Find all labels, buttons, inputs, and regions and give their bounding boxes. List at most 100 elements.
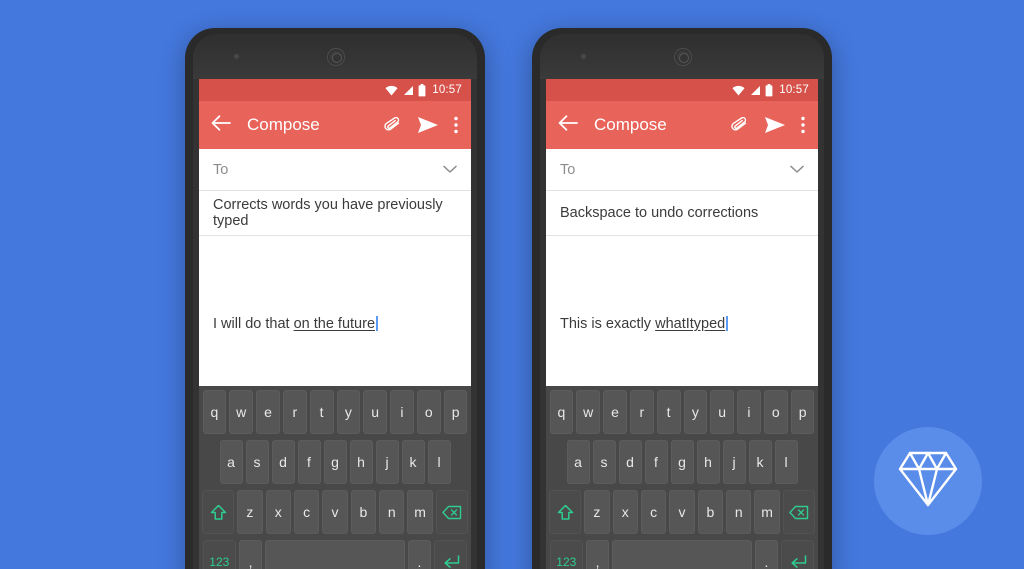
key-u[interactable]: u xyxy=(710,390,735,434)
key-m[interactable]: m xyxy=(407,490,433,534)
key-t[interactable]: t xyxy=(656,390,681,434)
key-k[interactable]: k xyxy=(748,440,772,484)
body-field[interactable]: I will do that on the future xyxy=(199,236,471,366)
key-h[interactable]: h xyxy=(696,440,720,484)
phone-top-bezel-right xyxy=(540,34,824,79)
key-a[interactable]: a xyxy=(566,440,590,484)
numeric-mode-key[interactable]: 123 xyxy=(202,540,237,569)
key-i[interactable]: i xyxy=(390,390,414,434)
key-e[interactable]: e xyxy=(603,390,627,434)
key-r[interactable]: r xyxy=(282,390,307,434)
keyboard-row-4: 123 , . xyxy=(548,540,816,569)
brand-badge xyxy=(874,427,982,535)
overflow-menu-icon[interactable] xyxy=(453,115,459,135)
subject-field[interactable]: Corrects words you have previously typed xyxy=(199,191,471,236)
key-i[interactable]: i xyxy=(737,390,761,434)
key-x[interactable]: x xyxy=(612,490,638,534)
attach-icon[interactable] xyxy=(730,117,750,133)
enter-icon[interactable] xyxy=(780,540,815,569)
keyboard-row-2: a s d f g h j k l xyxy=(548,440,816,484)
key-k[interactable]: k xyxy=(401,440,425,484)
key-f[interactable]: f xyxy=(644,440,668,484)
back-arrow-icon[interactable] xyxy=(558,114,578,136)
key-c[interactable]: c xyxy=(293,490,320,534)
key-y[interactable]: y xyxy=(336,390,361,434)
key-comma[interactable]: , xyxy=(239,540,263,569)
backspace-icon[interactable] xyxy=(782,490,815,534)
onscreen-keyboard-left[interactable]: q w e r t y u i o p a s d f g h j k l z … xyxy=(199,386,471,569)
key-f[interactable]: f xyxy=(297,440,321,484)
key-u[interactable]: u xyxy=(363,390,388,434)
key-b[interactable]: b xyxy=(350,490,377,534)
body-text: I will do that on the future xyxy=(213,316,379,332)
numeric-mode-key[interactable]: 123 xyxy=(549,540,584,569)
enter-icon[interactable] xyxy=(433,540,468,569)
key-b[interactable]: b xyxy=(697,490,724,534)
key-s[interactable]: s xyxy=(592,440,616,484)
key-p[interactable]: p xyxy=(790,390,815,434)
send-icon[interactable] xyxy=(417,116,439,134)
front-camera-icon xyxy=(674,48,692,66)
key-e[interactable]: e xyxy=(256,390,280,434)
key-t[interactable]: t xyxy=(309,390,334,434)
key-r[interactable]: r xyxy=(629,390,654,434)
key-n[interactable]: n xyxy=(379,490,405,534)
subject-text: Backspace to undo corrections xyxy=(560,205,759,221)
key-comma[interactable]: , xyxy=(586,540,610,569)
body-field[interactable]: This is exactly whatItyped xyxy=(546,236,818,366)
key-period[interactable]: . xyxy=(754,540,778,569)
key-space[interactable] xyxy=(265,540,405,569)
key-g[interactable]: g xyxy=(323,440,347,484)
back-arrow-icon[interactable] xyxy=(211,114,231,136)
diamond-icon xyxy=(897,450,959,513)
backspace-icon[interactable] xyxy=(435,490,468,534)
key-o[interactable]: o xyxy=(763,390,788,434)
shift-icon[interactable] xyxy=(549,490,582,534)
key-m[interactable]: m xyxy=(754,490,780,534)
key-w[interactable]: w xyxy=(576,390,601,434)
app-bar-right: Compose xyxy=(546,101,818,149)
key-z[interactable]: z xyxy=(237,490,263,534)
battery-icon xyxy=(418,83,426,97)
phone-screen-left: 10:57 Compose To Corrects words you have… xyxy=(199,79,471,569)
recipient-field[interactable]: To xyxy=(199,149,471,191)
key-h[interactable]: h xyxy=(349,440,373,484)
key-w[interactable]: w xyxy=(229,390,254,434)
chevron-down-icon[interactable] xyxy=(443,161,457,179)
key-space[interactable] xyxy=(612,540,752,569)
key-q[interactable]: q xyxy=(202,390,227,434)
key-z[interactable]: z xyxy=(584,490,610,534)
key-a[interactable]: a xyxy=(219,440,243,484)
key-v[interactable]: v xyxy=(322,490,348,534)
key-j[interactable]: j xyxy=(722,440,746,484)
key-o[interactable]: o xyxy=(416,390,441,434)
key-x[interactable]: x xyxy=(265,490,291,534)
shift-icon[interactable] xyxy=(202,490,235,534)
key-y[interactable]: y xyxy=(683,390,708,434)
proximity-sensor-icon xyxy=(580,53,587,60)
wifi-icon xyxy=(732,85,745,96)
chevron-down-icon[interactable] xyxy=(790,161,804,179)
key-s[interactable]: s xyxy=(245,440,269,484)
key-p[interactable]: p xyxy=(443,390,468,434)
key-g[interactable]: g xyxy=(670,440,694,484)
key-l[interactable]: l xyxy=(774,440,798,484)
keyboard-row-3: z x c v b n m xyxy=(548,490,816,534)
key-d[interactable]: d xyxy=(618,440,642,484)
send-icon[interactable] xyxy=(764,116,786,134)
onscreen-keyboard-right[interactable]: q w e r t y u i o p a s d f g h j k l z … xyxy=(546,386,818,569)
recipient-field[interactable]: To xyxy=(546,149,818,191)
key-v[interactable]: v xyxy=(669,490,695,534)
key-l[interactable]: l xyxy=(427,440,451,484)
text-caret xyxy=(376,316,379,331)
signal-icon xyxy=(402,85,414,96)
key-j[interactable]: j xyxy=(375,440,399,484)
key-period[interactable]: . xyxy=(407,540,431,569)
key-c[interactable]: c xyxy=(640,490,667,534)
key-d[interactable]: d xyxy=(271,440,295,484)
subject-field[interactable]: Backspace to undo corrections xyxy=(546,191,818,236)
attach-icon[interactable] xyxy=(383,117,403,133)
key-n[interactable]: n xyxy=(726,490,752,534)
overflow-menu-icon[interactable] xyxy=(800,115,806,135)
key-q[interactable]: q xyxy=(549,390,574,434)
